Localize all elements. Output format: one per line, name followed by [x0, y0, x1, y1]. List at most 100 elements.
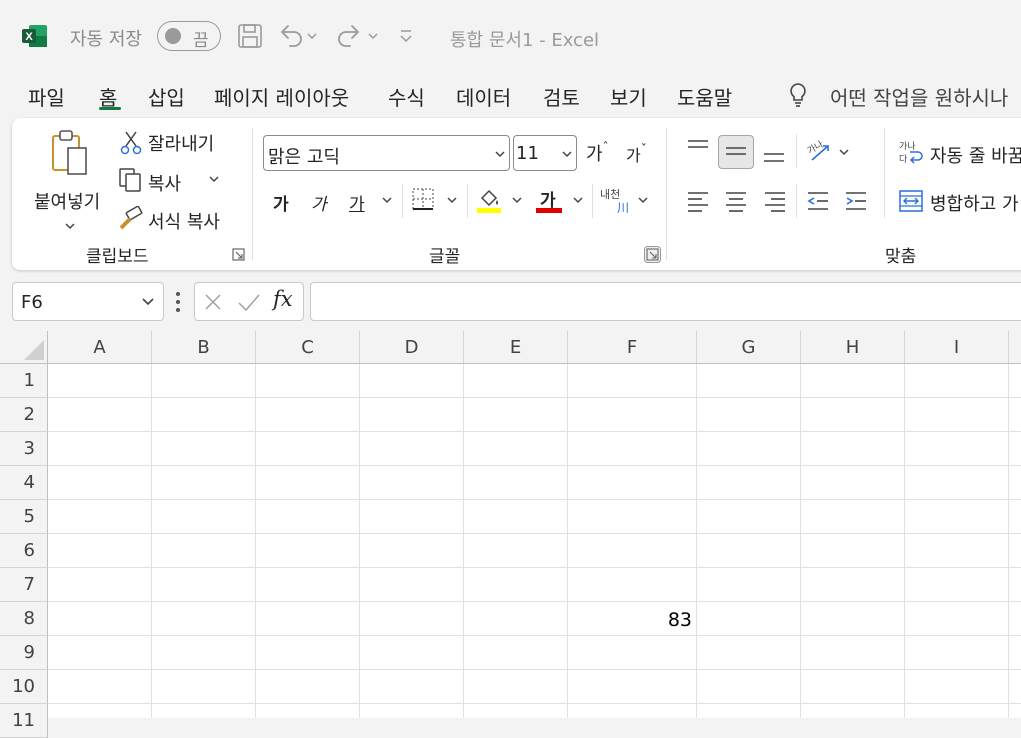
row-header-1[interactable]: 1 — [0, 364, 48, 398]
gridline — [48, 431, 1021, 432]
alignment-group-label: 맞춤 — [885, 247, 917, 267]
row-header-7[interactable]: 7 — [0, 568, 48, 602]
enter-icon[interactable] — [237, 292, 261, 312]
group-divider — [666, 128, 667, 260]
svg-text:가나: 가나 — [806, 139, 825, 157]
merge-center-icon — [899, 190, 923, 212]
insert-function-button[interactable]: fx — [273, 287, 293, 311]
search-input[interactable]: 어떤 작업을 원하시나 — [830, 82, 1008, 111]
customize-qat-icon[interactable] — [398, 28, 414, 44]
save-icon[interactable] — [237, 23, 263, 49]
copy-dropdown-icon[interactable] — [208, 174, 220, 184]
underline-button[interactable]: 가 — [349, 190, 365, 215]
cancel-icon[interactable] — [203, 292, 223, 312]
font-color-button[interactable]: 가 — [536, 186, 562, 214]
align-right-icon[interactable] — [763, 190, 787, 212]
orientation-dropdown-icon[interactable] — [838, 147, 850, 157]
row-header-4[interactable]: 4 — [0, 466, 48, 500]
row-header-11[interactable]: 11 — [0, 704, 48, 738]
copy-button[interactable]: 복사 — [148, 170, 181, 196]
formula-input[interactable] — [310, 282, 1021, 321]
scissors-icon — [120, 131, 142, 155]
active-tab-indicator — [99, 107, 121, 110]
tab-insert[interactable]: 삽입 — [148, 82, 185, 111]
row-header-8[interactable]: 8 — [0, 602, 48, 636]
tab-help[interactable]: 도움말 — [677, 82, 732, 111]
row-header-6[interactable]: 6 — [0, 534, 48, 568]
cut-button[interactable]: 잘라내기 — [148, 130, 214, 156]
italic-button[interactable]: 가 — [311, 190, 327, 215]
font-size-select[interactable]: 11 — [513, 135, 577, 171]
undo-icon[interactable] — [278, 23, 318, 49]
wrap-text-button[interactable]: 자동 줄 바꿈 — [930, 142, 1021, 168]
column-header-d[interactable]: D — [360, 331, 464, 364]
caret-down-icon: ˇ — [640, 142, 647, 156]
merge-center-button[interactable]: 병합하고 가 — [930, 190, 1019, 216]
row-header-9[interactable]: 9 — [0, 636, 48, 670]
decrease-indent-icon[interactable] — [806, 190, 830, 212]
column-header-i[interactable]: I — [905, 331, 1009, 364]
phonetic-button[interactable]: 내천 川 — [600, 186, 632, 216]
divider — [467, 184, 468, 218]
column-header-b[interactable]: B — [152, 331, 256, 364]
increase-indent-icon[interactable] — [844, 190, 868, 212]
tab-view[interactable]: 보기 — [610, 82, 647, 111]
dialog-launcher-icon[interactable] — [232, 248, 245, 261]
align-bottom-icon[interactable] — [762, 142, 786, 164]
borders-dropdown-icon[interactable] — [446, 195, 458, 205]
bold-button[interactable]: 가 — [273, 190, 289, 215]
fill-color-icon[interactable] — [476, 186, 502, 214]
cell-f8[interactable]: 83 — [568, 609, 692, 631]
divider — [592, 184, 593, 218]
format-painter-icon — [119, 206, 143, 230]
gridline — [48, 669, 1021, 670]
dialog-launcher-icon[interactable] — [644, 246, 661, 263]
name-box[interactable]: F6 — [12, 282, 164, 321]
autosave-toggle[interactable]: 끔 — [157, 21, 221, 51]
column-header-e[interactable]: E — [464, 331, 568, 364]
column-header-j[interactable] — [1009, 331, 1021, 364]
toggle-state: 끔 — [193, 31, 209, 51]
font-color-swatch — [536, 208, 562, 213]
gridline — [1008, 364, 1009, 718]
gridline — [151, 364, 152, 718]
paste-button[interactable]: 붙여넣기 — [30, 128, 106, 238]
borders-icon[interactable] — [411, 187, 435, 211]
row-header-5[interactable]: 5 — [0, 500, 48, 534]
font-family-select[interactable]: 맑은 고딕 — [263, 135, 510, 171]
column-header-h[interactable]: H — [801, 331, 905, 364]
tab-file[interactable]: 파일 — [28, 82, 65, 111]
orientation-icon[interactable]: 가나 — [806, 138, 832, 164]
column-header-c[interactable]: C — [256, 331, 360, 364]
align-middle-button[interactable] — [718, 135, 754, 169]
column-header-a[interactable]: A — [48, 331, 152, 364]
gridline — [48, 703, 1021, 704]
align-left-icon[interactable] — [686, 190, 710, 212]
phonetic-dropdown-icon[interactable] — [637, 195, 649, 205]
tab-data[interactable]: 데이터 — [456, 82, 511, 111]
row-header-2[interactable]: 2 — [0, 398, 48, 432]
grow-font-button[interactable]: 가ˆ — [586, 140, 609, 166]
copy-icon — [119, 168, 141, 192]
formula-bar-grip-icon[interactable] — [176, 292, 180, 312]
fill-color-dropdown-icon[interactable] — [511, 195, 523, 205]
shrink-font-button[interactable]: 가ˇ — [626, 142, 647, 166]
tab-review[interactable]: 검토 — [543, 82, 580, 111]
align-top-icon[interactable] — [686, 138, 710, 158]
column-header-g[interactable]: G — [697, 331, 801, 364]
font-color-dropdown-icon[interactable] — [572, 195, 584, 205]
shrink-font-label: 가 — [626, 146, 641, 165]
row-header-10[interactable]: 10 — [0, 670, 48, 704]
align-center-icon[interactable] — [724, 190, 748, 212]
format-painter-button[interactable]: 서식 복사 — [148, 208, 220, 234]
tab-page-layout[interactable]: 페이지 레이아웃 — [214, 82, 349, 111]
tab-formulas[interactable]: 수식 — [388, 82, 425, 111]
worksheet-grid[interactable]: A B C D E F G H I 1 2 3 4 5 6 7 8 9 10 1… — [0, 331, 1021, 738]
row-header-3[interactable]: 3 — [0, 432, 48, 466]
underline-dropdown-icon[interactable] — [381, 195, 393, 205]
clipboard-group-label: 클립보드 — [86, 247, 149, 267]
redo-icon[interactable] — [336, 23, 380, 49]
select-all-triangle-icon — [24, 340, 44, 360]
select-all-button[interactable] — [0, 331, 48, 364]
column-header-f[interactable]: F — [568, 331, 697, 364]
